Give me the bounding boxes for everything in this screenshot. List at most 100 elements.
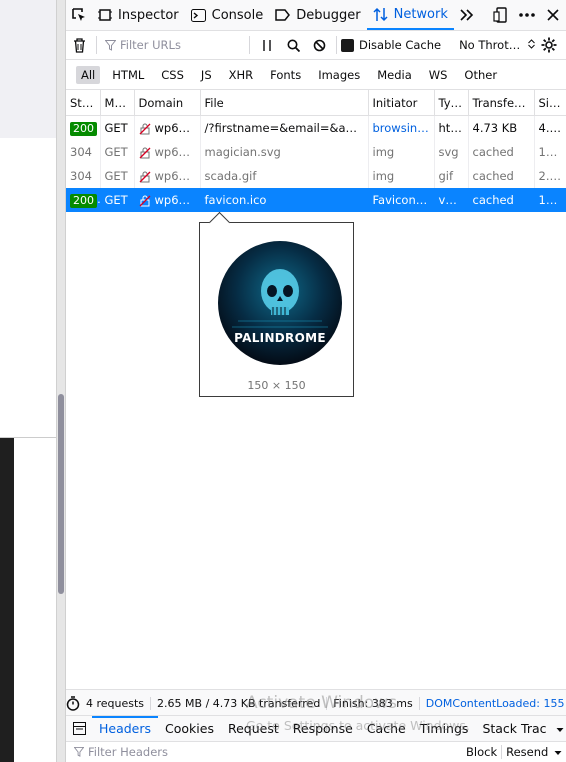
request-count: 4 requests (80, 696, 152, 710)
transferred-summary: 2.65 MB / 4.73 KB transferred (151, 696, 328, 710)
tab-debugger-label: Debugger (296, 7, 361, 23)
resend-button[interactable]: Resend (502, 745, 566, 759)
tab-cache[interactable]: Cache (360, 716, 413, 741)
cell-domain: wp6p… (134, 140, 201, 164)
type-filter-xhr[interactable]: XHR (224, 66, 259, 84)
type-filter-fonts[interactable]: Fonts (265, 66, 306, 84)
request-row[interactable]: 304 GET wp6p… magician.svg img svg cached 13… (66, 140, 566, 164)
throttling-value: No Throt… (459, 38, 521, 52)
tab-headers[interactable]: Headers (92, 716, 159, 741)
table-header-row: Sta… Me… Domain File Initiator Ty… Transferr… S… (66, 90, 566, 116)
separator (96, 36, 97, 54)
performance-button[interactable] (66, 690, 80, 716)
type-filter-html[interactable]: HTML (107, 66, 149, 84)
column-header[interactable]: Me… (100, 90, 135, 116)
tab-request[interactable]: Request (221, 716, 286, 741)
cell-status: 304 (66, 164, 101, 188)
column-header[interactable]: Initiator (368, 90, 435, 116)
request-row[interactable]: 200GET wp6p…/?firstname=&email=&addres…br… (66, 115, 566, 140)
console-icon (190, 8, 206, 22)
separator (249, 36, 250, 54)
devtools-panel: Inspector Console Debugger Network Filte… (66, 0, 566, 762)
cell-transferred: cached (468, 188, 535, 212)
search-button[interactable] (280, 32, 306, 58)
chevron-down-icon (554, 750, 562, 755)
filter-urls-placeholder: Filter URLs (120, 38, 181, 52)
throttling-select[interactable]: No Throt… (459, 38, 535, 52)
cell-method: GET (100, 188, 135, 212)
filter-headers-input[interactable]: Filter Headers (66, 745, 448, 759)
options-menu-button[interactable] (514, 2, 540, 28)
type-filter-images[interactable]: Images (313, 66, 365, 84)
tab-debugger[interactable]: Debugger (269, 0, 366, 30)
clear-requests-button[interactable] (66, 32, 92, 58)
close-devtools-button[interactable] (540, 2, 566, 28)
type-filter-other[interactable]: Other (459, 66, 502, 84)
network-status-bar: 4 requests 2.65 MB / 4.73 KB transferred… (66, 689, 566, 716)
cell-type: html (434, 115, 469, 140)
tab-inspector[interactable]: Inspector (92, 0, 185, 30)
insecure-lock-icon (139, 123, 150, 134)
type-filter-all[interactable]: All (76, 65, 101, 84)
request-row[interactable]: 304 GET wp6p… scada.gif img gif cached 2.5… (66, 164, 566, 188)
filter-urls-input[interactable]: Filter URLs (101, 33, 245, 57)
scrollbar-thumb[interactable] (58, 394, 64, 594)
more-tabs-chevron-icon[interactable] (556, 721, 564, 736)
tab-response[interactable]: Response (286, 716, 360, 741)
network-filterbar: Filter URLs Disable Cache No Throt… (66, 31, 566, 60)
block-requests-button[interactable] (306, 32, 332, 58)
network-settings-button[interactable] (536, 32, 562, 58)
type-filter-media[interactable]: Media (372, 66, 417, 84)
cell-domain: wp6p… (134, 164, 201, 188)
cell-size: 2.5… (534, 164, 566, 188)
gear-icon (541, 37, 557, 53)
network-arrows-icon (373, 7, 388, 21)
column-header[interactable]: Domain (134, 90, 201, 116)
cell-transferred: 4.73 KB (468, 115, 535, 140)
cell-size: 12 … (534, 188, 566, 212)
responsive-design-button[interactable] (488, 2, 514, 28)
status-badge: 304 (70, 169, 92, 183)
tab-stack-trac[interactable]: Stack Trac (475, 716, 553, 741)
column-header[interactable]: File (200, 90, 369, 116)
filter-headers-placeholder: Filter Headers (88, 744, 169, 759)
more-tools-button[interactable] (454, 2, 480, 28)
cell-status: 304 (66, 140, 101, 164)
column-header[interactable]: Transferr… (468, 90, 535, 116)
finish-time: Finish: 383 ms (327, 696, 420, 710)
block-button[interactable]: Block (462, 744, 503, 759)
tab-cookies[interactable]: Cookies (158, 716, 221, 741)
pause-button[interactable] (254, 32, 280, 58)
type-filter-ws[interactable]: WS (424, 66, 453, 84)
pick-element-icon (72, 8, 85, 21)
disable-cache-checkbox[interactable]: Disable Cache (341, 38, 441, 52)
double-chevron-icon (460, 9, 474, 21)
page-scrollbar[interactable] (56, 0, 66, 762)
column-header[interactable]: Sta… (66, 90, 101, 116)
tab-timings[interactable]: Timings (413, 716, 476, 741)
cell-file: /?firstname=&email=&addres… (200, 115, 369, 140)
column-header[interactable]: Size (534, 90, 566, 116)
insecure-lock-icon (139, 195, 150, 206)
domain-text: wp6p… (154, 121, 198, 135)
pick-element-button[interactable] (66, 2, 92, 28)
cell-domain: wp6p… (134, 115, 201, 140)
dom-content-loaded: DOMContentLoaded: 155 (425, 696, 565, 710)
status-badge: 200 (70, 193, 97, 208)
tab-console[interactable]: Console (185, 0, 270, 30)
cell-initiator: browsing… (368, 115, 435, 140)
checkbox-box[interactable] (341, 38, 354, 52)
column-header[interactable]: Ty… (434, 90, 469, 116)
cell-file: scada.gif (200, 164, 369, 188)
tab-network[interactable]: Network (366, 0, 454, 30)
toggle-sidebar-button[interactable] (66, 716, 92, 741)
trash-icon (73, 37, 85, 53)
cell-transferred: cached (468, 140, 535, 164)
cell-initiator: img (368, 164, 435, 188)
type-filter-css[interactable]: CSS (156, 66, 189, 84)
cell-method: GET (100, 140, 135, 164)
request-row[interactable]: 200 GET wp6p… favicon.ico FaviconL… vn… cached… (66, 188, 566, 212)
stopwatch-icon (66, 695, 80, 711)
page-header-area (0, 0, 56, 138)
type-filter-js[interactable]: JS (196, 66, 217, 84)
